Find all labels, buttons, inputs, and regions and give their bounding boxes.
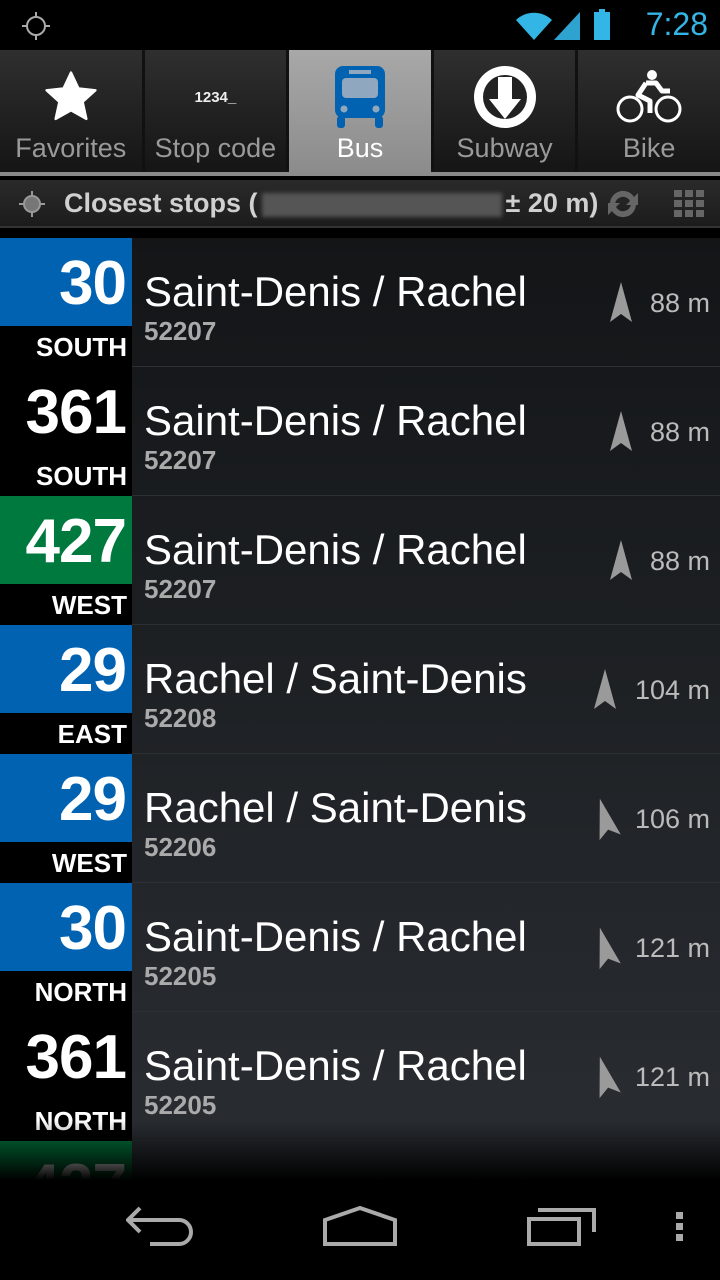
stop-code: 52206	[144, 832, 217, 862]
stop-name: Rachel / Saint-Denis	[144, 655, 527, 702]
route-number: 29	[0, 625, 132, 713]
route-direction: SOUTH	[36, 332, 127, 362]
signal-icon	[554, 12, 580, 40]
overflow-menu-button[interactable]	[676, 1206, 684, 1251]
stop-row[interactable]: 30 SOUTH Saint-Denis / Rachel 52207 88 m	[0, 238, 720, 367]
route-badge: 30 NORTH	[0, 883, 132, 1012]
stop-code: 52207	[144, 574, 217, 604]
stop-distance: 104 m	[634, 675, 710, 705]
stop-code: 52207	[144, 445, 217, 475]
stops-list[interactable]: 30 SOUTH Saint-Denis / Rachel 52207 88 m…	[0, 238, 720, 1180]
tab-bar: Favorites 1234_ Stop code Bus Subway Bik…	[0, 50, 720, 176]
route-number: 361	[0, 367, 132, 455]
back-button[interactable]	[125, 1206, 194, 1251]
list-fade	[0, 1120, 720, 1180]
tab-favorites[interactable]: Favorites	[0, 50, 142, 172]
tab-subway[interactable]: Subway	[433, 50, 576, 172]
route-direction: WEST	[51, 848, 127, 878]
accuracy: ± 20 m)	[505, 188, 599, 218]
location-icon	[19, 191, 45, 217]
tab-stop-code[interactable]: 1234_ Stop code	[144, 50, 287, 172]
tab-bike[interactable]: Bike	[578, 50, 720, 172]
closest-stops-label: Closest stops (	[64, 188, 258, 218]
route-number: 30	[0, 883, 132, 971]
direction-arrow-icon	[610, 540, 632, 580]
stop-distance: 121 m	[634, 1062, 710, 1092]
stop-code: 52205	[144, 961, 217, 991]
wifi-icon	[516, 12, 552, 41]
stop-distance: 88 m	[649, 417, 710, 447]
route-direction: NORTH	[34, 977, 127, 1007]
redacted-address	[261, 192, 502, 217]
stop-distance: 88 m	[649, 288, 710, 318]
home-button[interactable]	[322, 1205, 398, 1251]
subway-icon	[473, 66, 536, 128]
status-bar: 7:28	[0, 0, 720, 50]
bus-icon	[334, 66, 385, 128]
route-badge: 29 EAST	[0, 625, 132, 754]
route-badge: 427 WEST	[0, 496, 132, 625]
stop-row[interactable]: 427 WEST Saint-Denis / Rachel 52207 88 m	[0, 496, 720, 625]
route-direction: SOUTH	[36, 461, 127, 491]
stop-code-icon: 1234_	[194, 88, 237, 106]
route-badge: 30 SOUTH	[0, 238, 132, 367]
stop-row[interactable]: 361 SOUTH Saint-Denis / Rachel 52207 88 …	[0, 367, 720, 496]
clock: 7:28	[645, 6, 708, 42]
stop-row[interactable]: 29 WEST Rachel / Saint-Denis 52206 106 m	[0, 754, 720, 883]
route-direction: WEST	[51, 590, 127, 620]
navigation-bar	[0, 1180, 720, 1280]
bike-icon	[616, 70, 682, 123]
route-number: 30	[0, 238, 132, 326]
route-number: 29	[0, 754, 132, 842]
route-direction: EAST	[57, 719, 127, 749]
route-badge: 29 WEST	[0, 754, 132, 883]
direction-arrow-icon	[610, 411, 632, 451]
location-bar: Closest stops ( ± 20 m)	[0, 180, 720, 228]
stop-name: Rachel / Saint-Denis	[144, 784, 527, 831]
stop-code: 52207	[144, 316, 217, 346]
stop-distance: 106 m	[634, 804, 710, 834]
grid-menu-icon[interactable]	[674, 190, 704, 218]
route-number: 361	[0, 1012, 132, 1100]
stop-code: 52208	[144, 703, 217, 733]
star-icon	[45, 71, 97, 121]
direction-arrow-icon	[599, 927, 621, 970]
stop-row[interactable]: 29 EAST Rachel / Saint-Denis 52208 104 m	[0, 625, 720, 754]
stop-name: Saint-Denis / Rachel	[144, 268, 527, 315]
stop-code: 52205	[144, 1090, 217, 1120]
stop-row[interactable]: 30 NORTH Saint-Denis / Rachel 52205 121 …	[0, 883, 720, 1012]
recent-apps-button[interactable]	[526, 1206, 598, 1251]
stop-distance: 121 m	[634, 933, 710, 963]
route-badge: 361 SOUTH	[0, 367, 132, 496]
stop-name: Saint-Denis / Rachel	[144, 526, 527, 573]
stop-name: Saint-Denis / Rachel	[144, 397, 527, 444]
direction-arrow-icon	[599, 1056, 621, 1099]
battery-icon	[594, 9, 610, 40]
direction-arrow-icon	[610, 282, 632, 322]
direction-arrow-icon	[599, 798, 621, 841]
stop-distance: 88 m	[649, 546, 710, 576]
stop-name: Saint-Denis / Rachel	[144, 1042, 527, 1089]
refresh-icon[interactable]	[604, 186, 642, 222]
route-number: 427	[0, 496, 132, 584]
gps-icon	[22, 12, 50, 40]
stop-name: Saint-Denis / Rachel	[144, 913, 527, 960]
tab-bus[interactable]: Bus	[289, 50, 431, 172]
direction-arrow-icon	[594, 669, 616, 709]
